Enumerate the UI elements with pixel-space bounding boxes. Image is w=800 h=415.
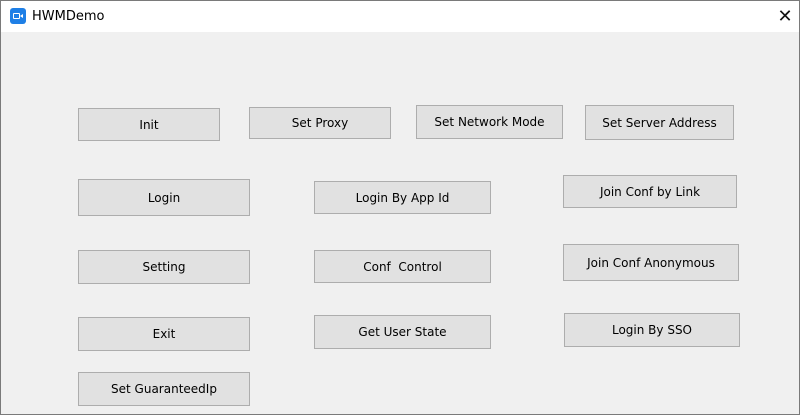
join-conf-anonymous-button[interactable]: Join Conf Anonymous — [563, 244, 739, 281]
close-button[interactable]: ✕ — [771, 1, 799, 32]
login-by-app-id-button[interactable]: Login By App Id — [314, 181, 491, 214]
window-title: HWMDemo — [32, 9, 105, 24]
conf-control-button[interactable]: Conf Control — [314, 250, 491, 283]
video-camera-icon — [10, 8, 26, 24]
login-by-sso-button[interactable]: Login By SSO — [564, 313, 740, 347]
join-conf-by-link-button[interactable]: Join Conf by Link — [563, 175, 737, 208]
set-server-address-button[interactable]: Set Server Address — [585, 105, 734, 140]
set-proxy-button[interactable]: Set Proxy — [249, 107, 391, 139]
init-button[interactable]: Init — [78, 108, 220, 141]
app-window: HWMDemo ✕ Init Set Proxy Set Network Mod… — [0, 0, 800, 415]
set-guaranteed-ip-button[interactable]: Set GuaranteedIp — [78, 372, 250, 406]
set-network-mode-button[interactable]: Set Network Mode — [416, 105, 563, 139]
login-button[interactable]: Login — [78, 179, 250, 216]
setting-button[interactable]: Setting — [78, 250, 250, 284]
get-user-state-button[interactable]: Get User State — [314, 315, 491, 349]
exit-button[interactable]: Exit — [78, 317, 250, 351]
title-bar[interactable]: HWMDemo ✕ — [1, 1, 799, 32]
